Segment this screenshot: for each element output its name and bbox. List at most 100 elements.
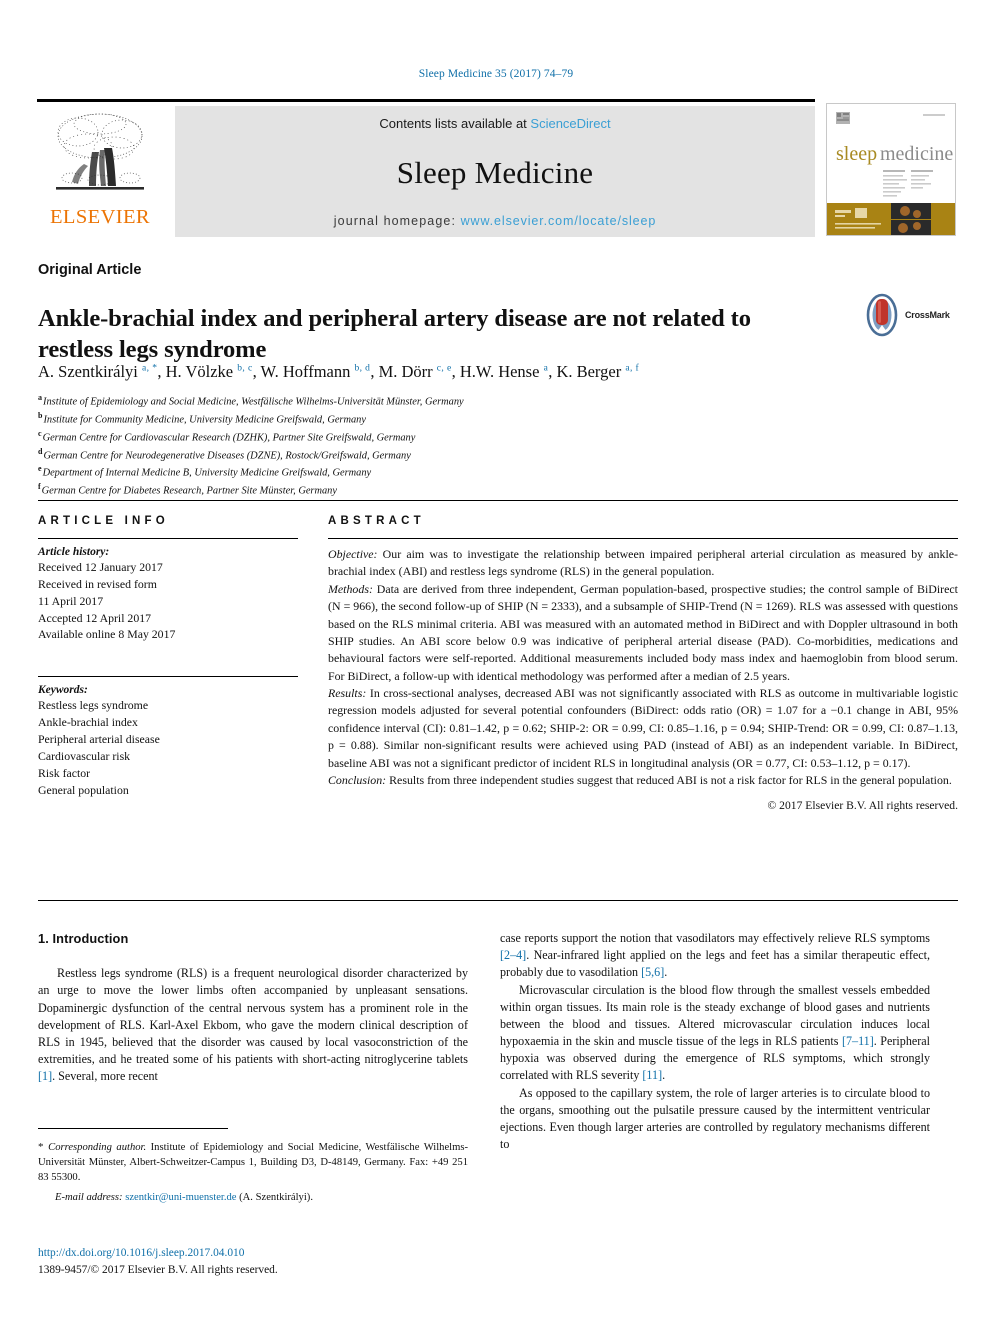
affiliation-mark: c — [38, 428, 42, 438]
abstract-objective-text: Our aim was to investigate the relations… — [328, 547, 958, 579]
author-affiliation-mark: a, * — [142, 363, 158, 374]
sciencedirect-link[interactable]: ScienceDirect — [530, 116, 610, 131]
paper-page: Sleep Medicine 35 (2017) 74–79 ELSEVIER … — [0, 0, 992, 1323]
running-head: Sleep Medicine 35 (2017) 74–79 — [418, 68, 574, 80]
author-separator: , — [451, 362, 460, 381]
abstract-body: Objective: Our aim was to investigate th… — [328, 546, 958, 789]
article-info-column: ARTICLE INFO Article history: Received 1… — [38, 515, 298, 798]
keywords-lines: Restless legs syndrome Ankle-brachial ind… — [38, 697, 298, 798]
corresponding-label: Corresponding author. — [48, 1142, 147, 1153]
author-list: A. Szentkirályi a, *, H. Völzke b, c, W.… — [38, 362, 938, 382]
keyword-item: Peripheral arterial disease — [38, 732, 160, 747]
article-history-line: Received in revised form — [38, 576, 157, 591]
journal-banner: Contents lists available at ScienceDirec… — [175, 106, 815, 237]
corresponding-author-footnote: * Corresponding author. Institute of Epi… — [38, 1140, 468, 1206]
email-label: E-mail address: — [55, 1192, 123, 1204]
citation-link[interactable]: [5,6] — [641, 965, 664, 979]
doi-link[interactable]: http://dx.doi.org/10.1016/j.sleep.2017.0… — [38, 1245, 478, 1262]
keywords-label: Keywords: — [38, 684, 88, 697]
abstract-conclusion-text: Results from three independent studies s… — [386, 772, 952, 787]
journal-homepage-link[interactable]: www.elsevier.com/locate/sleep — [461, 214, 657, 228]
abstract-heading: ABSTRACT — [328, 515, 425, 527]
elsevier-wordmark: ELSEVIER — [50, 206, 150, 228]
author-name: A. Szentkirályi — [38, 362, 143, 381]
abstract-results: Results: In cross-sectional analyses, de… — [328, 685, 958, 772]
affiliation-mark: d — [38, 446, 43, 456]
email-suffix: (A. Szentkirályi). — [236, 1192, 313, 1204]
cover-art: sleep medicine — [827, 104, 955, 235]
affiliation-item: aInstitute of Epidemiology and Social Me… — [38, 392, 678, 410]
abstract-methods-label: Methods: — [328, 581, 373, 596]
author-separator: , — [252, 362, 261, 381]
article-history-line: Accepted 12 April 2017 — [38, 610, 152, 625]
affiliation-text: German Centre for Diabetes Research, Par… — [41, 485, 337, 497]
asterisk-icon: * — [38, 1141, 49, 1153]
abstract-objective: Objective: Our aim was to investigate th… — [328, 546, 958, 581]
author-separator: , — [157, 362, 166, 381]
affiliation-item: dGerman Centre for Neurodegenerative Dis… — [38, 446, 678, 464]
citation-link[interactable]: [11] — [642, 1068, 662, 1082]
citation-link[interactable]: [7–11] — [842, 1034, 874, 1048]
abstract-rule — [328, 538, 958, 539]
journal-title: Sleep Medicine — [396, 154, 594, 190]
crossmark-badge[interactable]: CrossMark — [862, 292, 962, 338]
abstract-methods-text: Data are derived from three independent,… — [328, 581, 958, 683]
homepage-prefix: journal homepage: — [333, 214, 461, 228]
svg-text:medicine: medicine — [880, 143, 953, 165]
author-affiliation-mark: b, c — [237, 363, 253, 374]
author-affiliation-mark: a, f — [625, 363, 640, 374]
affiliation-item: eDepartment of Internal Medicine B, Univ… — [38, 463, 678, 481]
article-history-line: Available online 8 May 2017 — [38, 627, 176, 642]
keyword-item: Restless legs syndrome — [38, 698, 149, 713]
article-history-lines: Received 12 January 2017 Received in revi… — [38, 559, 298, 643]
email-link[interactable]: szentkir@uni-muenster.de — [125, 1192, 236, 1203]
abstract-conclusion-label: Conclusion: — [328, 772, 387, 787]
affiliation-text: German Centre for Cardiovascular Researc… — [42, 432, 416, 444]
keyword-item: Risk factor — [38, 765, 91, 780]
abstract-results-text: In cross-sectional analyses, decreased A… — [328, 686, 958, 770]
keyword-item: Cardiovascular risk — [38, 748, 131, 763]
footnote-divider — [38, 1128, 228, 1129]
elsevier-logo: ELSEVIER — [37, 106, 163, 237]
body-paragraph: Restless legs syndrome (RLS) is a freque… — [38, 966, 468, 1084]
affiliation-text: Department of Internal Medicine B, Unive… — [42, 467, 372, 479]
article-history-label: Article history: — [38, 546, 110, 558]
abstract-methods: Methods: Data are derived from three ind… — [328, 581, 958, 685]
svg-text:sleep: sleep — [836, 143, 877, 165]
issn-copyright-line: 1389-9457/© 2017 Elsevier B.V. All right… — [38, 1263, 278, 1276]
divider-above-abstract — [38, 500, 958, 501]
author-affiliation-mark: c, e — [436, 363, 452, 374]
journal-homepage-line: journal homepage: www.elsevier.com/locat… — [334, 214, 656, 228]
body-paragraph: As opposed to the capillary system, the … — [500, 1085, 930, 1152]
author-name: W. Hoffmann — [260, 362, 355, 381]
doi-block: http://dx.doi.org/10.1016/j.sleep.2017.0… — [38, 1245, 478, 1278]
divider-below-abstract — [38, 900, 958, 901]
abstract-conclusion: Conclusion: Results from three independe… — [328, 772, 958, 789]
affiliation-mark: a — [38, 393, 42, 402]
author-name: H.W. Hense — [459, 362, 544, 381]
affiliation-mark: e — [38, 464, 42, 474]
elsevier-tree-icon — [56, 113, 144, 190]
intro-right-paragraphs: case reports support the notion that vas… — [500, 930, 930, 1153]
page-title: Ankle-brachial index and peripheral arte… — [38, 305, 751, 363]
keyword-item: Ankle-brachial index — [38, 715, 138, 730]
crossmark-icon — [866, 293, 898, 337]
affiliation-item: cGerman Centre for Cardiovascular Resear… — [38, 428, 678, 446]
author-name: K. Berger — [556, 362, 626, 381]
abstract-copyright: © 2017 Elsevier B.V. All rights reserved… — [767, 799, 958, 813]
email-line: E-mail address: szentkir@uni-muenster.de… — [38, 1191, 468, 1206]
author-separator: , — [370, 362, 379, 381]
author-name: H. Völzke — [165, 362, 238, 381]
contents-available-line: Contents lists available at ScienceDirec… — [379, 116, 610, 131]
affiliation-item: fGerman Centre for Diabetes Research, Pa… — [38, 481, 678, 499]
affiliation-list: aInstitute of Epidemiology and Social Me… — [38, 392, 678, 499]
article-history-line: Received 12 January 2017 — [38, 560, 163, 574]
affiliation-text: German Centre for Neurodegenerative Dise… — [43, 450, 411, 462]
citation-link[interactable]: [2–4] — [500, 948, 526, 962]
article-info-rule — [38, 538, 298, 539]
article-type-label: Original Article — [38, 262, 142, 278]
article-info-heading: ARTICLE INFO — [38, 515, 169, 527]
journal-masthead: ELSEVIER Contents lists available at Sci… — [37, 99, 815, 237]
citation-link[interactable]: [1] — [38, 1069, 52, 1083]
body-column-right: case reports support the notion that vas… — [500, 930, 930, 1153]
